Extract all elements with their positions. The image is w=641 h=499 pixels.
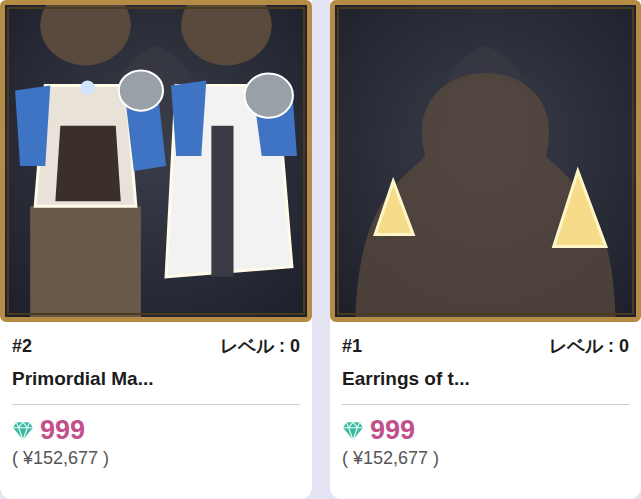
item-price: 999 [370,415,415,446]
item-card[interactable]: #2 レベル : 0 Primordial Ma... 999( ¥152,677 ) [0,0,312,499]
item-frame [0,0,312,322]
divider [342,404,629,405]
item-name: Earrings of t... [342,368,629,390]
item-rank: #1 [342,336,362,357]
item-frame [330,0,641,322]
item-card[interactable]: #1 レベル : 0 Earrings of t... 999( ¥152,677 ) [330,0,641,499]
gem-icon [342,421,364,441]
item-level: レベル : 0 [220,334,300,358]
item-price: 999 [40,415,85,446]
item-level: レベル : 0 [549,334,629,358]
shop-page: #2レベル : 0Primordial Ma...999( ¥152,677 )… [0,0,641,499]
divider [12,404,300,405]
item-price-yen: ( ¥152,677 ) [12,448,300,469]
item-info: #2 レベル : 0 Primordial Ma... 999( ¥152,677 ) [0,322,312,469]
item-rank: #2 [12,336,32,357]
earrings-icon [335,5,636,317]
item-info: #1 レベル : 0 Earrings of t... 999( ¥152,677 ) [330,322,641,469]
item-price-yen: ( ¥152,677 ) [342,448,629,469]
gem-icon [12,421,34,441]
item-name: Primordial Ma... [12,368,300,390]
outfit-icon [5,5,307,317]
